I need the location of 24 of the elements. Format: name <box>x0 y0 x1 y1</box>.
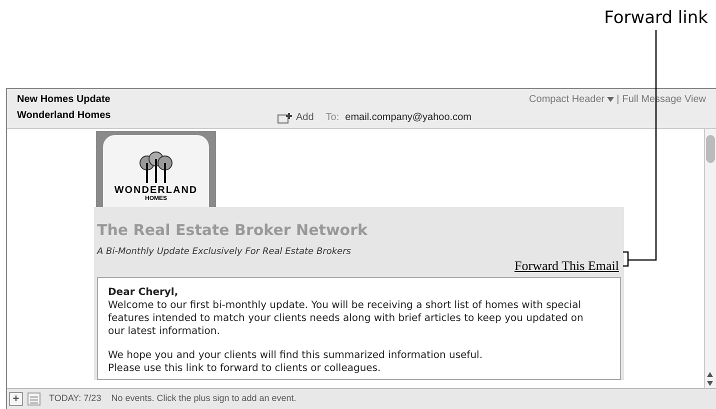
subject-text: New Homes Update <box>17 93 112 107</box>
to-address: email.company@yahoo.com <box>345 111 472 125</box>
sender-text: Wonderland Homes <box>17 109 112 123</box>
calendar-icon[interactable] <box>27 392 41 406</box>
newsletter-subtitle: A Bi-Monthly Update Exclusively For Real Estate Brokers <box>97 246 352 258</box>
scroll-arrows-icon[interactable] <box>705 370 715 388</box>
callout-label: Forward link <box>604 7 708 30</box>
body-paragraph: Welcome to our first bi-monthly update. You will be receiving a short list of homes with special features intended to match your clients needs along with brief articles to keep you updated on our latest information. <box>108 299 584 338</box>
today-text: TODAY: 7/23 <box>49 392 102 406</box>
logo-text: WONDERLAND <box>114 185 198 196</box>
body-paragraph: Please use this link to forward to clients or colleagues. <box>108 362 382 375</box>
to-label: To: <box>326 111 340 125</box>
body-paragraph: We hope you and your clients will find this summarized information useful. <box>108 349 484 362</box>
dropdown-caret-icon <box>606 97 614 102</box>
compact-header-menu[interactable]: Compact Header <box>529 92 614 107</box>
add-contact-icon <box>277 112 293 124</box>
add-button[interactable]: Add <box>296 110 314 125</box>
add-event-button[interactable]: + <box>9 392 23 406</box>
scroll-thumb[interactable] <box>706 135 715 163</box>
status-message: No events. Click the plus sign to add an event. <box>111 392 296 406</box>
separator-text: | <box>616 93 620 107</box>
newsletter-title: The Real Estate Broker Network <box>97 220 368 241</box>
forward-email-link[interactable]: Forward This Email <box>514 259 621 273</box>
greeting-text: Dear Cheryl, <box>108 286 180 299</box>
